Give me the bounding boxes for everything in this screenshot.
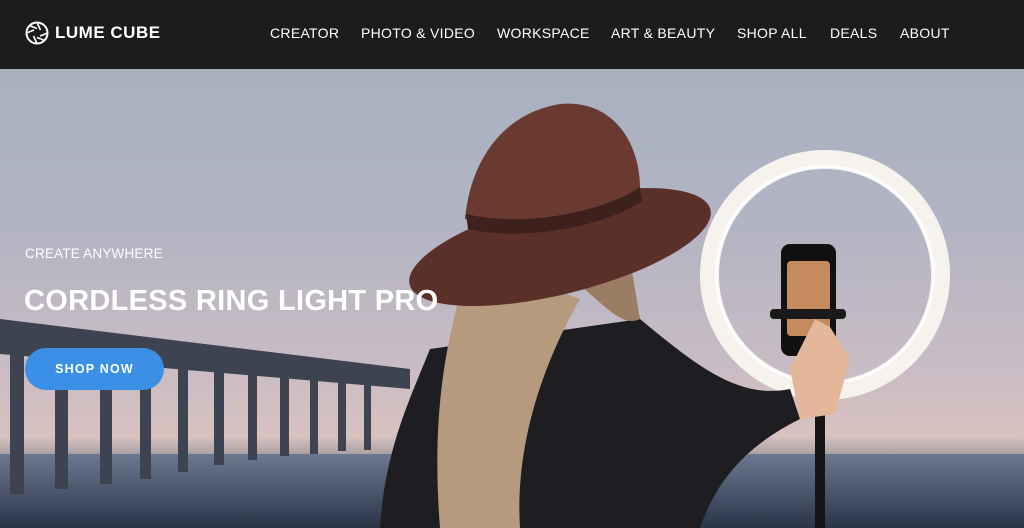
hero-headline: CORDLESS RING LIGHT PRO: [24, 285, 439, 317]
site-header: LUME CUBE CREATOR PHOTO & VIDEO WORKSPAC…: [0, 0, 1024, 69]
nav-item-creator[interactable]: CREATOR: [270, 25, 339, 41]
nav-item-shop-all[interactable]: SHOP ALL: [737, 25, 807, 41]
nav-item-art-beauty[interactable]: ART & BEAUTY: [611, 25, 715, 41]
nav-item-photo-video[interactable]: PHOTO & VIDEO: [361, 25, 475, 41]
hero-eyebrow: CREATE ANYWHERE: [25, 246, 163, 261]
main-nav: CREATOR PHOTO & VIDEO WORKSPACE ART & BE…: [0, 0, 1024, 69]
hero-banner: CREATE ANYWHERE CORDLESS RING LIGHT PRO …: [0, 69, 1024, 528]
nav-item-deals[interactable]: DEALS: [830, 25, 877, 41]
nav-item-about[interactable]: ABOUT: [900, 25, 950, 41]
shop-now-button[interactable]: SHOP NOW: [25, 348, 164, 390]
nav-item-workspace[interactable]: WORKSPACE: [497, 25, 590, 41]
